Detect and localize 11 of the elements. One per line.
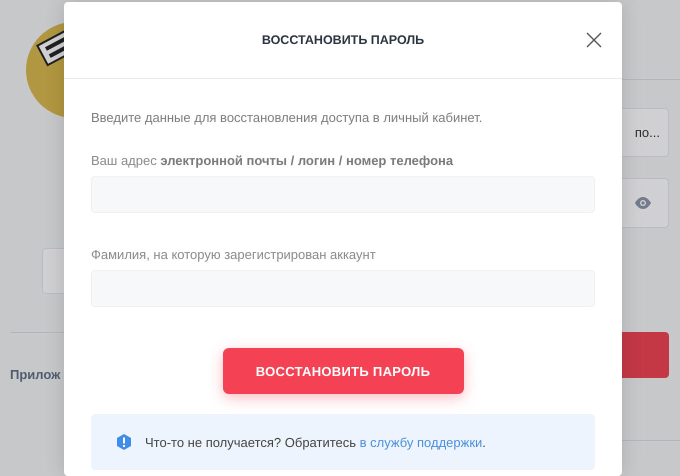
info-icon [117, 434, 131, 450]
dialog-title: ВОССТАНОВИТЬ ПАРОЛЬ [262, 33, 424, 47]
eye-icon[interactable] [634, 197, 652, 209]
field-label: Ваш адрес электронной почты / логин / номер телефона [91, 153, 454, 168]
support-link[interactable]: в службу поддержки [360, 434, 482, 450]
notice-text: Что-то не получается? Обратитесь в службу поддержки. [145, 434, 486, 450]
intro-text: Введите данные для восстановления доступа в личный кабинет. [91, 110, 484, 125]
field-label: Фамилия, на которую зарегистрирован аккаунт [91, 247, 377, 262]
restore-button[interactable]: ВОССТАНОВИТЬ ПАРОЛЬ [222, 348, 464, 394]
close-icon[interactable] [586, 32, 602, 48]
side-label: Прилож [10, 367, 60, 382]
